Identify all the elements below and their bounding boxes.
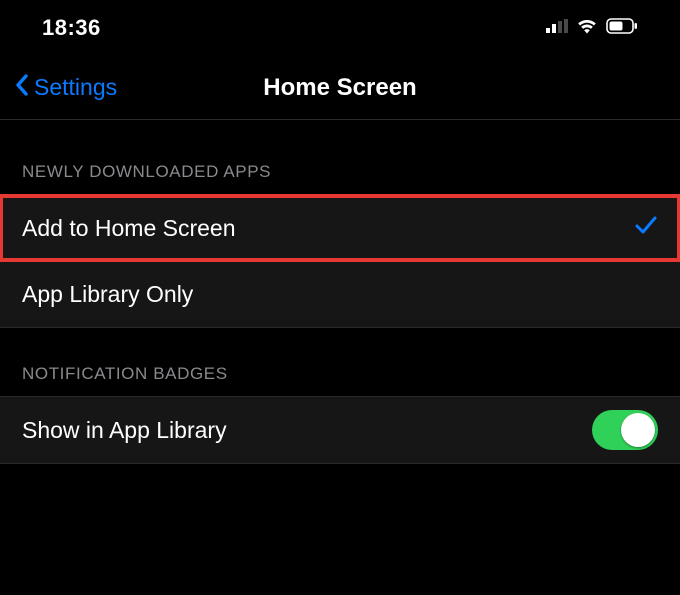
toggle-show-in-app-library[interactable]: Show in App Library <box>0 397 680 463</box>
page-title: Home Screen <box>263 74 416 102</box>
back-button[interactable]: Settings <box>14 73 117 103</box>
cellular-icon <box>546 19 568 38</box>
switch-show-in-app-library[interactable] <box>592 410 658 450</box>
switch-knob <box>621 413 655 447</box>
status-indicators <box>546 18 638 39</box>
notification-badges-group: Show in App Library <box>0 396 680 464</box>
status-time: 18:36 <box>42 15 101 41</box>
option-add-to-home-screen[interactable]: Add to Home Screen <box>0 195 680 261</box>
wifi-icon <box>576 18 598 39</box>
section-header-newly-downloaded: NEWLY DOWNLOADED APPS <box>0 120 680 194</box>
section-header-notification-badges: NOTIFICATION BADGES <box>0 328 680 396</box>
newly-downloaded-group: Add to Home Screen App Library Only <box>0 194 680 328</box>
back-label: Settings <box>34 74 117 101</box>
option-label: App Library Only <box>22 281 193 308</box>
status-bar: 18:36 <box>0 0 680 56</box>
option-app-library-only[interactable]: App Library Only <box>0 261 680 327</box>
toggle-label: Show in App Library <box>22 417 227 444</box>
navigation-bar: Settings Home Screen <box>0 56 680 120</box>
chevron-left-icon <box>14 73 30 103</box>
checkmark-icon <box>634 214 658 242</box>
battery-icon <box>606 18 638 39</box>
option-label: Add to Home Screen <box>22 215 236 242</box>
